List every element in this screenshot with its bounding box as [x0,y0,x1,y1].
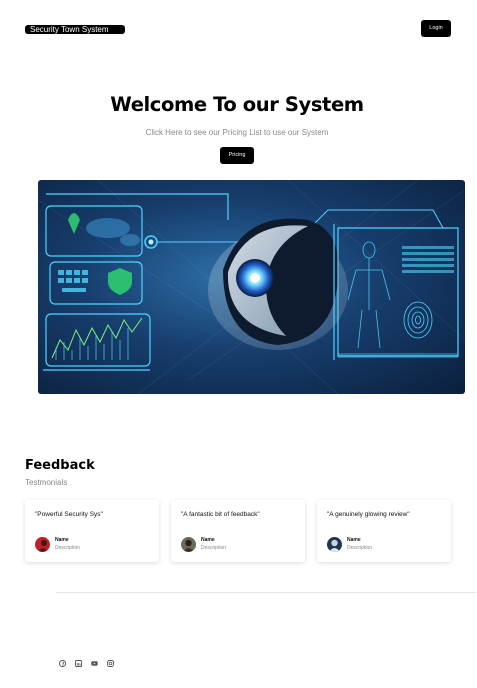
testimonial-card: "A fantastic bit of feedback" Name Descr… [171,500,305,562]
youtube-icon[interactable] [91,654,98,666]
avatar [327,537,342,552]
footer-divider [56,592,476,593]
hero-title: Welcome To our System [110,93,364,116]
testimonial-quote: "Powerful Security Sys" [35,511,103,518]
testimonial-description: Description [347,545,373,551]
login-button[interactable]: Login [421,20,451,37]
testimonial-name: Name [201,537,215,543]
testimonial-quote: "A genuinely glowing review" [327,511,410,518]
testimonial-card: "A genuinely glowing review" Name Descri… [317,500,451,562]
instagram-icon[interactable] [107,654,114,667]
pricing-button[interactable]: Pricing [220,147,254,164]
linkedin-icon[interactable] [75,654,82,667]
testimonial-name: Name [347,537,361,543]
testimonial-description: Description [201,545,227,551]
testimonial-description: Description [55,545,81,551]
feedback-title: Feedback [25,458,95,473]
facebook-icon[interactable] [58,654,67,668]
feedback-subtitle: Testmonials [25,478,68,487]
testimonial-quote: "A fantastic bit of feedback" [181,511,260,518]
hero-subtitle: Click Here to see our Pricing List to us… [145,128,329,137]
avatar [35,537,50,552]
avatar [181,537,196,552]
brand-logo[interactable]: Security Town System [25,25,125,34]
hero-security-image [38,180,465,394]
testimonial-card: "Powerful Security Sys" Name Description [25,500,159,562]
testimonial-name: Name [55,537,69,543]
